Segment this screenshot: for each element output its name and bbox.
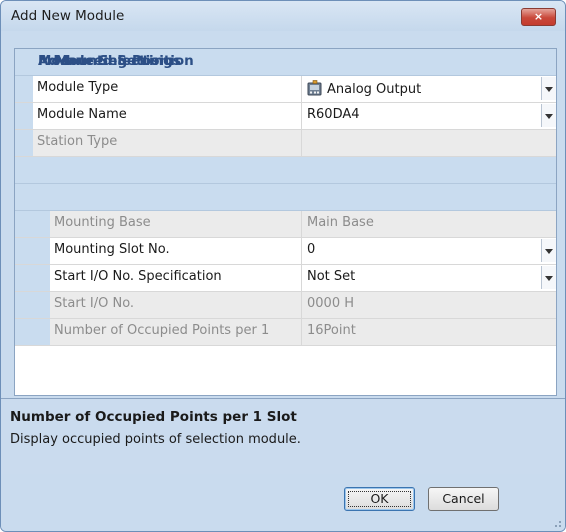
property-name: Station Type: [37, 134, 118, 149]
module-type-value: Analog Output: [327, 82, 422, 97]
title-bar[interactable]: Add New Module ×: [1, 1, 565, 31]
start-io-spec-value[interactable]: Not Set: [307, 269, 355, 284]
row-station-type: Station Type: [15, 130, 556, 157]
property-name: Module Name: [37, 107, 127, 122]
description-title: Number of Occupied Points per 1 Slot: [10, 409, 297, 425]
module-type-dropdown[interactable]: [541, 77, 556, 100]
category-label: Mounting Position: [55, 53, 194, 69]
dialog-title: Add New Module: [11, 8, 125, 24]
category-advanced-settings[interactable]: Advanced Settings: [15, 53, 556, 184]
row-module-name[interactable]: Module Name R60DA4: [15, 103, 556, 130]
analog-output-module-icon: [307, 80, 322, 96]
property-name: Mounting Slot No.: [54, 242, 170, 257]
row-module-type[interactable]: Module Type Analog Output: [15, 76, 556, 103]
button-bar: OK Cancel: [1, 474, 565, 531]
start-io-value: 0000 H: [307, 296, 354, 311]
row-occupied-points: Number of Occupied Points per 1 16Point: [15, 319, 556, 346]
description-text: Display occupied points of selection mod…: [10, 432, 301, 447]
category-mounting-position[interactable]: Mounting Position: [15, 53, 556, 211]
resize-grip-icon[interactable]: [551, 517, 561, 527]
property-value[interactable]: Analog Output: [307, 80, 421, 97]
row-mounting-slot[interactable]: Mounting Slot No. 0: [15, 238, 556, 265]
property-name: Number of Occupied Points per 1: [54, 323, 270, 338]
module-name-dropdown[interactable]: [541, 104, 556, 127]
row-start-io: Start I/O No. 0000 H: [15, 292, 556, 319]
property-name: Module Type: [37, 80, 119, 95]
row-mounting-base: Mounting Base Main Base: [15, 211, 556, 238]
module-name-value[interactable]: R60DA4: [307, 107, 360, 122]
mounting-slot-value[interactable]: 0: [307, 242, 315, 257]
cancel-button[interactable]: Cancel: [428, 487, 499, 511]
mounting-slot-dropdown[interactable]: [541, 239, 556, 262]
property-name: Start I/O No. Specification: [54, 269, 222, 284]
ok-button[interactable]: OK: [344, 487, 415, 511]
start-io-spec-dropdown[interactable]: [541, 266, 556, 289]
property-grid: Module Selection Module Type Analog Outp…: [14, 48, 557, 396]
row-start-io-spec[interactable]: Start I/O No. Specification Not Set: [15, 265, 556, 292]
occupied-points-value: 16Point: [307, 323, 356, 338]
close-button[interactable]: ×: [521, 8, 556, 26]
property-name: Start I/O No.: [54, 296, 135, 311]
property-name: Mounting Base: [54, 215, 151, 230]
add-new-module-dialog: Add New Module × Module Selection Module…: [0, 0, 566, 532]
mounting-base-value: Main Base: [307, 215, 374, 230]
description-panel: Number of Occupied Points per 1 Slot Dis…: [1, 398, 565, 475]
